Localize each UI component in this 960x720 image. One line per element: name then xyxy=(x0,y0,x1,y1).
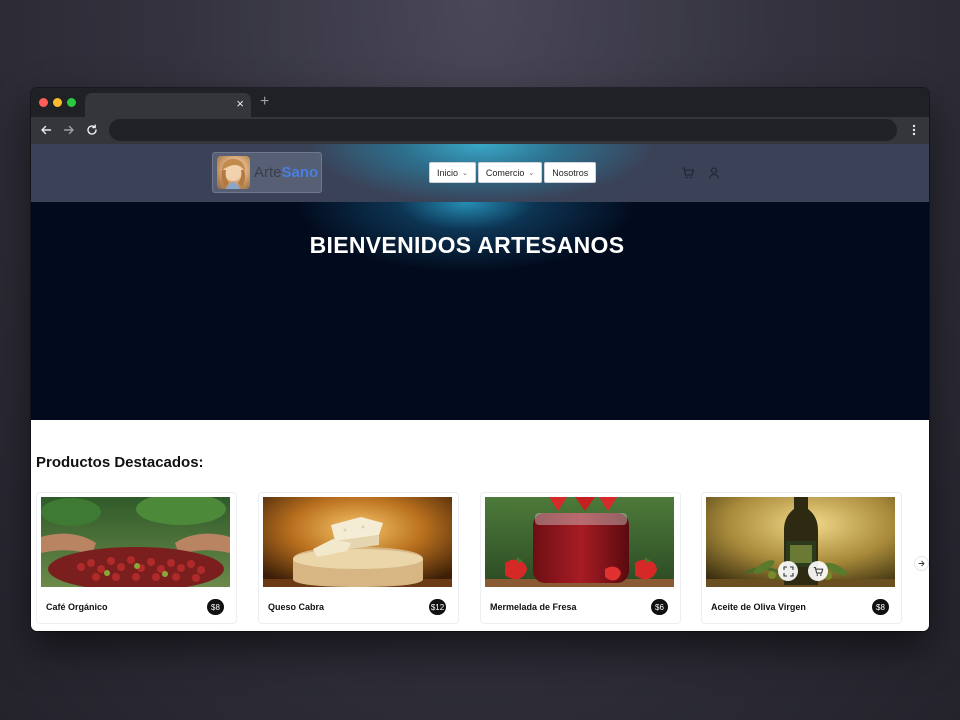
product-card[interactable]: Café Orgánico $8 xyxy=(36,492,237,624)
browser-toolbar xyxy=(31,117,929,144)
new-tab-icon[interactable]: + xyxy=(260,94,269,110)
price-badge: $8 xyxy=(872,599,889,615)
maximize-window-button[interactable] xyxy=(67,98,76,107)
olive-oil-image xyxy=(706,497,895,587)
user-icon[interactable] xyxy=(707,166,721,180)
nav-item-comercio[interactable]: Comercio ⌄ xyxy=(477,162,543,183)
strawberry-jam-image xyxy=(485,497,674,587)
product-card[interactable]: Aceite de Oliva Virgen $8 xyxy=(701,492,902,624)
product-name: Aceite de Oliva Virgen xyxy=(711,602,806,612)
logo-text: ArteSano xyxy=(254,164,318,181)
hero-title: BIENVENIDOS ARTESANOS xyxy=(309,232,625,258)
add-to-cart-icon[interactable] xyxy=(808,561,828,581)
logo-avatar-icon xyxy=(217,156,250,189)
site-logo[interactable]: ArteSano xyxy=(212,152,322,193)
price-badge: $6 xyxy=(651,599,668,615)
featured-products-title: Productos Destacados: xyxy=(36,454,204,471)
product-name: Queso Cabra xyxy=(268,602,325,612)
product-name: Mermelada de Fresa xyxy=(490,602,577,612)
main-nav: Inicio ⌄ Comercio ⌄ Nosotros xyxy=(429,162,597,183)
nav-label-inicio: Inicio xyxy=(437,167,459,178)
product-name: Café Orgánico xyxy=(46,602,108,612)
price-badge: $12 xyxy=(429,599,446,615)
close-window-button[interactable] xyxy=(39,98,48,107)
chevron-down-icon: ⌄ xyxy=(528,169,535,177)
product-card[interactable]: Mermelada de Fresa $6 xyxy=(480,492,681,624)
tab-bar: × + xyxy=(31,88,929,117)
back-icon[interactable] xyxy=(37,121,55,139)
logo-text-bold: Sano xyxy=(281,164,319,181)
expand-icon[interactable] xyxy=(778,561,798,581)
address-bar[interactable] xyxy=(109,119,897,141)
minimize-window-button[interactable] xyxy=(53,98,62,107)
browser-tab[interactable]: × xyxy=(85,93,251,117)
forward-icon[interactable] xyxy=(60,121,78,139)
nav-label-comercio: Comercio xyxy=(485,167,525,178)
logo-text-plain: Arte xyxy=(254,164,282,181)
product-card[interactable]: Queso Cabra $12 xyxy=(258,492,459,624)
cart-icon[interactable] xyxy=(681,166,695,180)
hero-banner: BIENVENIDOS ARTESANOS xyxy=(31,202,929,420)
price-badge: $8 xyxy=(207,599,224,615)
browser-menu-icon[interactable] xyxy=(907,121,921,139)
reload-icon[interactable] xyxy=(83,121,101,139)
close-tab-icon[interactable]: × xyxy=(236,96,244,112)
carousel-next-button[interactable] xyxy=(914,556,929,571)
nav-label-nosotros: Nosotros xyxy=(552,167,589,178)
browser-window: × + ArteSano Inicio ⌄ Comercio ⌄ Nosotro… xyxy=(31,88,929,631)
site-header: ArteSano Inicio ⌄ Comercio ⌄ Nosotros xyxy=(31,144,929,202)
nav-item-inicio[interactable]: Inicio ⌄ xyxy=(429,162,476,183)
goat-cheese-image xyxy=(263,497,452,587)
coffee-cherries-image xyxy=(41,497,230,587)
nav-item-nosotros[interactable]: Nosotros xyxy=(544,162,597,183)
page-viewport: ArteSano Inicio ⌄ Comercio ⌄ Nosotros BI… xyxy=(31,144,929,631)
chevron-down-icon: ⌄ xyxy=(462,169,468,177)
